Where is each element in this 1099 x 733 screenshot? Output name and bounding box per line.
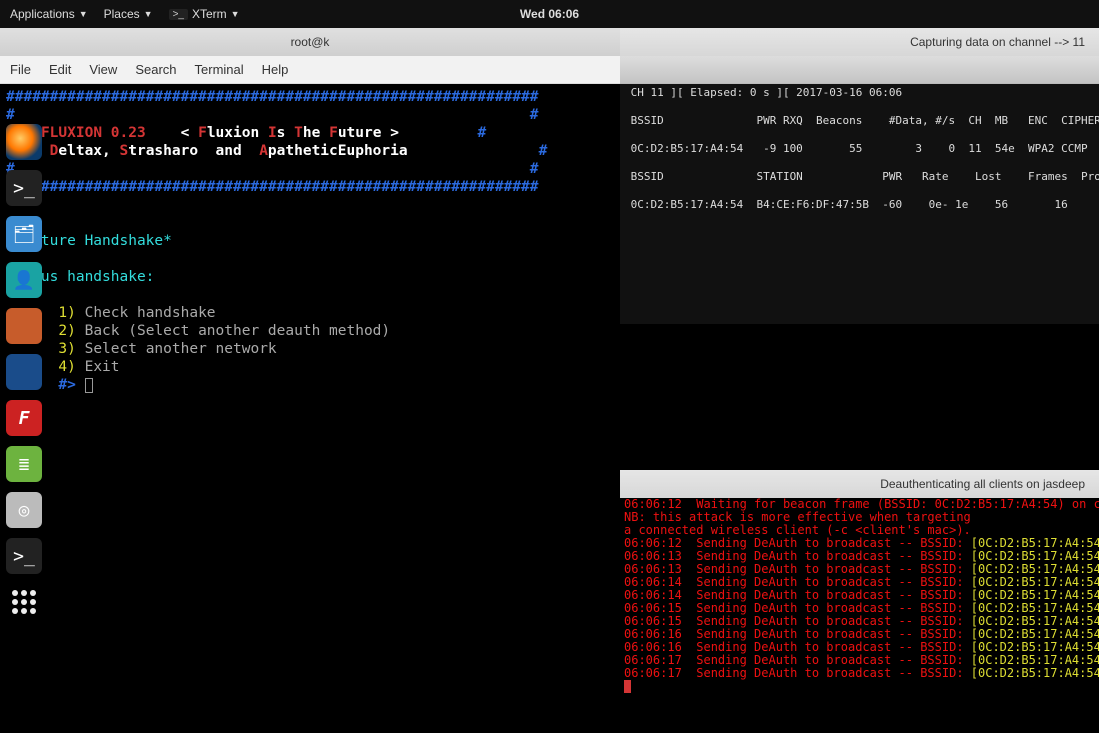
tagline-T: T [294, 125, 303, 141]
airodump-row2: 0C:D2:B5:17:A4:54 B4:CE:F6:DF:47:5B -60 … [624, 198, 1068, 211]
menu-view[interactable]: View [89, 62, 117, 77]
opt-1-num: 1) [58, 305, 75, 321]
banner-bottom: ########################################… [6, 179, 539, 195]
airodump-row1: 0C:D2:B5:17:A4:54 -9 100 55 3 0 11 54e W… [624, 142, 1099, 155]
deauth-title: Deauthenticating all clients on jasdeep [880, 477, 1085, 491]
menu-edit[interactable]: Edit [49, 62, 71, 77]
xterm-icon: >_ [169, 9, 188, 20]
dark-terminal-icon[interactable]: >_ [6, 538, 42, 574]
main-terminal-window[interactable]: root@k File Edit View Search Terminal He… [0, 28, 620, 731]
banner-side: # [530, 107, 539, 123]
f-app-icon[interactable]: F [6, 400, 42, 436]
applications-menu[interactable]: Applications ▼ [10, 7, 88, 21]
prompt: #> [58, 377, 84, 393]
menu-terminal[interactable]: Terminal [195, 62, 244, 77]
author-deltax: eltax, [58, 143, 119, 159]
deauth-line-2: NB: this attack is more effective when t… [624, 510, 971, 524]
banner-side: # [530, 161, 539, 177]
opt-1-text: Check handshake [85, 305, 216, 321]
clock[interactable]: Wed 06:06 [520, 7, 579, 21]
tagline-luxion: luxion [207, 125, 268, 141]
banner-top: ########################################… [6, 89, 539, 105]
tagline-I: I [268, 125, 277, 141]
tagline-pre: < [181, 125, 198, 141]
xterm-menu[interactable]: >_ XTerm ▼ [169, 7, 240, 21]
opt-4-text: Exit [85, 359, 120, 375]
dock: >_ 🗂 👤 F ≣ ◎ >_ [0, 120, 48, 624]
menu-file[interactable]: File [10, 62, 31, 77]
dial-app-icon[interactable]: ◎ [6, 492, 42, 528]
menu-help[interactable]: Help [262, 62, 289, 77]
airodump-header: CH 11 ][ Elapsed: 0 s ][ 2017-03-16 06:0… [624, 86, 902, 99]
airodump-output: CH 11 ][ Elapsed: 0 s ][ 2017-03-16 06:0… [620, 84, 1099, 214]
banner-side: # [539, 143, 548, 159]
terminal-output[interactable]: ########################################… [0, 84, 620, 398]
author-strasharo: trasharo and [128, 143, 259, 159]
menu-search[interactable]: Search [135, 62, 176, 77]
window-title: root@k [291, 35, 330, 49]
files-icon[interactable]: 🗂 [6, 216, 42, 252]
show-apps-icon[interactable] [6, 584, 42, 620]
opt-3-text: Select another network [85, 341, 277, 357]
chevron-down-icon: ▼ [79, 9, 88, 19]
airodump-titlebar[interactable]: Capturing data on channel --> 11 [620, 28, 1099, 56]
airodump-cols2: BSSID STATION PWR Rate Lost Frames Probe [624, 170, 1099, 183]
applications-label: Applications [10, 7, 75, 21]
author-a: A [259, 143, 268, 159]
xterm-label: XTerm [192, 7, 227, 21]
blue-app-icon[interactable] [6, 354, 42, 390]
places-menu[interactable]: Places ▼ [104, 7, 153, 21]
opt-2-text: Back (Select another deauth method) [85, 323, 391, 339]
deauth-cursor [624, 680, 631, 693]
tagline-he: he [303, 125, 329, 141]
author-s: S [120, 143, 129, 159]
terminal-launcher-icon[interactable]: >_ [6, 170, 42, 206]
airodump-title: Capturing data on channel --> 11 [910, 35, 1085, 49]
deauth-window[interactable]: Deauthenticating all clients on jasdeep … [620, 470, 1099, 731]
firefox-icon[interactable] [6, 124, 42, 160]
airodump-tab[interactable]: Contributor [620, 56, 1099, 84]
author-apatheticeuphoria: patheticEuphoria [268, 143, 408, 159]
deauth-titlebar[interactable]: Deauthenticating all clients on jasdeep [620, 470, 1099, 498]
deauth-line-1: 06:06:12 Waiting for beacon frame (BSSID… [624, 497, 1099, 511]
places-label: Places [104, 7, 140, 21]
opt-4-num: 4) [58, 359, 75, 375]
orange-app-icon[interactable] [6, 308, 42, 344]
tagline-F: F [198, 125, 207, 141]
face-icon[interactable]: 👤 [6, 262, 42, 298]
tagline-uture: uture > [338, 125, 399, 141]
terminal-menubar: File Edit View Search Terminal Help [0, 56, 620, 84]
green-app-icon[interactable]: ≣ [6, 446, 42, 482]
banner-side: # [478, 125, 487, 141]
tagline-s: s [277, 125, 294, 141]
terminal-cursor[interactable] [85, 378, 93, 393]
deauth-output: 06:06:12 Waiting for beacon frame (BSSID… [620, 498, 1099, 693]
tagline-F2: F [329, 125, 338, 141]
app-name: FLUXION 0.23 [41, 125, 146, 141]
opt-3-num: 3) [58, 341, 75, 357]
chevron-down-icon: ▼ [144, 9, 153, 19]
top-bar: Applications ▼ Places ▼ >_ XTerm ▼ Wed 0… [0, 0, 1099, 28]
deauth-line-3: a connected wireless client (-c <client'… [624, 523, 971, 537]
airodump-cols1: BSSID PWR RXQ Beacons #Data, #/s CH MB E… [624, 114, 1099, 127]
chevron-down-icon: ▼ [231, 9, 240, 19]
airodump-window[interactable]: Capturing data on channel --> 11 Contrib… [620, 28, 1099, 324]
deauth-send-lines: 06:06:12 Sending DeAuth to broadcast -- … [624, 537, 1095, 680]
desktop: root@k File Edit View Search Terminal He… [0, 28, 1099, 733]
opt-2-num: 2) [58, 323, 75, 339]
window-titlebar[interactable]: root@k [0, 28, 620, 56]
